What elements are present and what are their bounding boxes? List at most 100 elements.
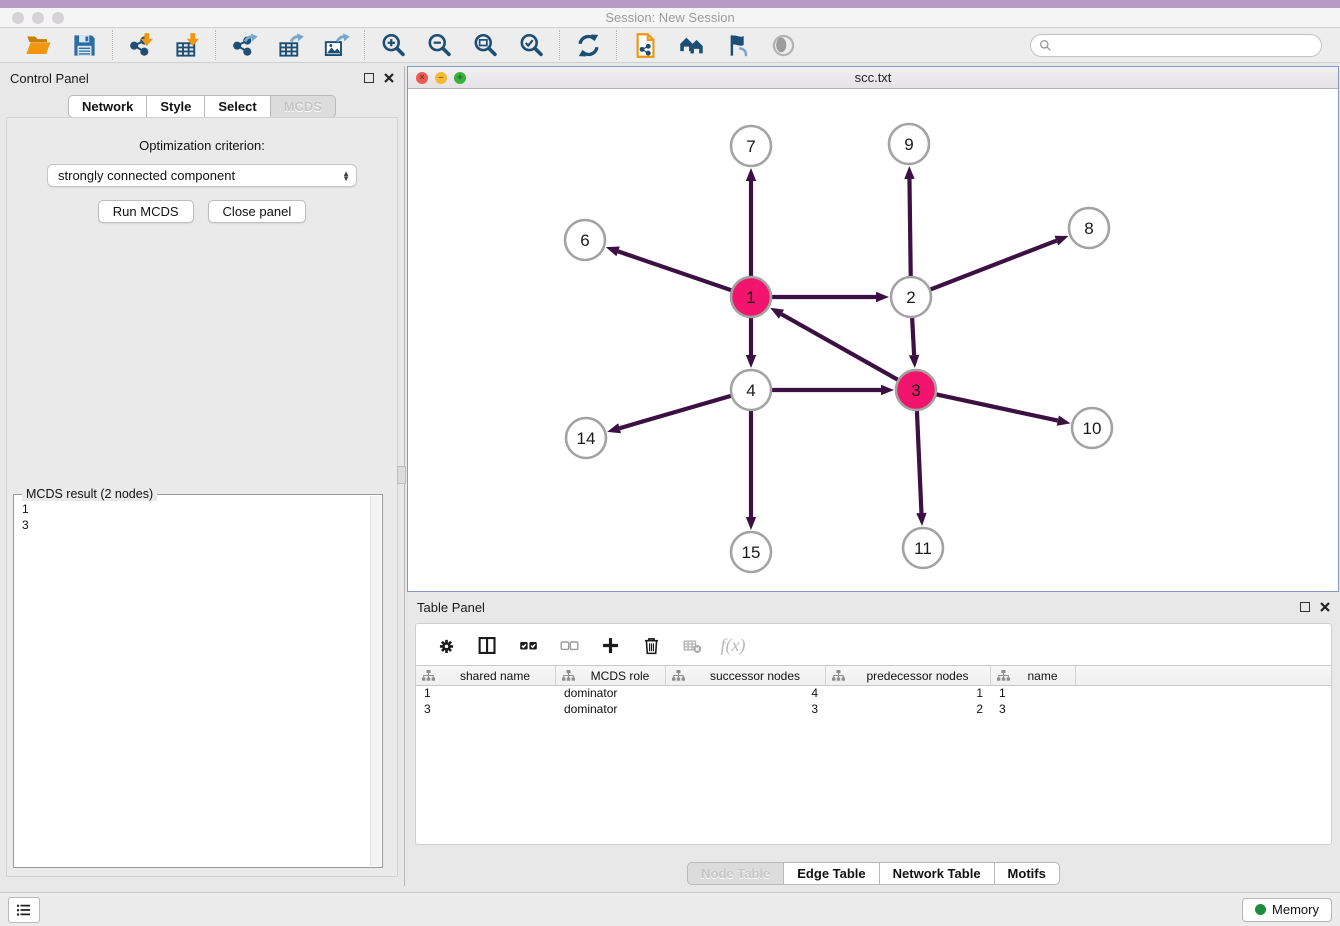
result-scrollbar[interactable] — [370, 496, 381, 866]
control-panel-tabs: Network Style Select MCDS — [0, 95, 404, 118]
tab-node-table[interactable]: Node Table — [687, 862, 783, 885]
search-icon — [1039, 39, 1052, 52]
apply-layout-icon[interactable] — [570, 29, 606, 61]
edge-2-3[interactable] — [912, 318, 914, 355]
close-panel-icon[interactable] — [384, 73, 394, 83]
edge-1-6[interactable] — [618, 251, 731, 290]
zoom-in-icon[interactable] — [375, 29, 411, 61]
node-label-11: 11 — [914, 539, 932, 558]
import-network-icon[interactable] — [123, 29, 159, 61]
run-mcds-button[interactable]: Run MCDS — [98, 200, 194, 223]
show-graphics-details-icon[interactable] — [719, 29, 755, 61]
tab-network[interactable]: Network — [68, 95, 146, 118]
main-toolbar — [0, 28, 1340, 63]
function-builder-icon[interactable]: f(x) — [721, 634, 745, 656]
edge-3-10[interactable] — [937, 394, 1058, 420]
node-label-15: 15 — [742, 543, 761, 562]
search-input[interactable] — [1057, 38, 1313, 52]
select-all-icon[interactable] — [516, 634, 540, 656]
tab-select[interactable]: Select — [204, 95, 269, 118]
cell[interactable]: dominator — [556, 686, 666, 702]
edge-arrowhead — [1057, 416, 1071, 426]
edge-2-9[interactable] — [909, 179, 910, 276]
edge-arrowhead — [746, 355, 756, 368]
mcds-panel: Optimization criterion: strongly connect… — [6, 117, 398, 877]
function-label: f(x) — [721, 635, 746, 656]
table-row[interactable]: 3dominator323 — [416, 702, 1331, 718]
edge-3-11[interactable] — [917, 411, 922, 513]
zoom-out-icon[interactable] — [421, 29, 457, 61]
table-panel: Table Panel f(x) shared nameMCDS rolesuc… — [407, 595, 1340, 892]
network-window-title: scc.txt — [408, 70, 1338, 85]
export-image-icon[interactable] — [318, 29, 354, 61]
hierarchy-icon — [422, 670, 435, 682]
criterion-select[interactable]: strongly connected component ▲▼ — [47, 164, 357, 187]
open-file-icon[interactable] — [20, 29, 56, 61]
cell[interactable]: 1 — [416, 686, 556, 702]
node-table-content: f(x) shared nameMCDS rolesuccessor nodes… — [415, 623, 1332, 845]
tab-style[interactable]: Style — [146, 95, 204, 118]
delete-row-icon[interactable] — [639, 634, 663, 656]
delete-table-icon[interactable] — [680, 634, 704, 656]
table-header-row[interactable]: shared nameMCDS rolesuccessor nodesprede… — [416, 665, 1331, 686]
node-label-3: 3 — [911, 381, 920, 400]
hierarchy-icon — [832, 670, 845, 682]
close-table-panel-icon[interactable] — [1320, 602, 1330, 612]
mcds-result-title: MCDS result (2 nodes) — [22, 487, 157, 501]
task-history-button[interactable] — [8, 897, 40, 923]
chevron-updown-icon: ▲▼ — [342, 171, 350, 181]
edge-2-8[interactable] — [931, 241, 1057, 290]
node-label-2: 2 — [906, 288, 915, 307]
column-header-successor-nodes[interactable]: successor nodes — [666, 666, 826, 685]
tab-edge-table[interactable]: Edge Table — [783, 862, 878, 885]
add-row-icon[interactable] — [598, 634, 622, 656]
table-body[interactable]: 1dominator4113dominator323 — [416, 686, 1331, 718]
zoom-selected-icon[interactable] — [513, 29, 549, 61]
first-neighbors-icon[interactable] — [673, 29, 709, 61]
export-network-icon[interactable] — [226, 29, 262, 61]
import-table-icon[interactable] — [169, 29, 205, 61]
network-from-file-icon[interactable] — [627, 29, 663, 61]
cell[interactable]: 3 — [416, 702, 556, 718]
node-label-7: 7 — [746, 137, 755, 156]
edge-arrowhead — [606, 246, 620, 256]
tab-network-table[interactable]: Network Table — [879, 862, 994, 885]
search-box[interactable] — [1030, 34, 1322, 57]
tab-motifs[interactable]: Motifs — [994, 862, 1060, 885]
split-divider-handle[interactable] — [397, 466, 406, 484]
network-graph[interactable]: 7968124310141511 — [408, 89, 1338, 591]
column-header-predecessor-nodes[interactable]: predecessor nodes — [826, 666, 991, 685]
memory-status-icon — [1255, 904, 1266, 915]
network-canvas[interactable]: 7968124310141511 — [408, 89, 1338, 591]
cell[interactable]: 1 — [826, 686, 991, 702]
cell[interactable]: 2 — [826, 702, 991, 718]
gear-icon[interactable] — [434, 634, 458, 656]
edge-arrowhead — [746, 168, 756, 181]
edge-3-1[interactable] — [781, 314, 897, 380]
close-panel-button[interactable]: Close panel — [208, 200, 307, 223]
network-window-titlebar[interactable]: × – + scc.txt — [408, 67, 1338, 89]
column-header-shared-name[interactable]: shared name — [416, 666, 556, 685]
mcds-result-list[interactable]: 1 3 — [14, 495, 382, 539]
column-header-MCDS-role[interactable]: MCDS role — [556, 666, 666, 685]
zoom-fit-icon[interactable] — [467, 29, 503, 61]
cell[interactable]: 4 — [666, 686, 826, 702]
float-table-panel-icon[interactable] — [1300, 602, 1310, 612]
edge-4-14[interactable] — [620, 396, 731, 428]
cell[interactable]: 3 — [991, 702, 1076, 718]
column-header-name[interactable]: name — [991, 666, 1076, 685]
columns-icon[interactable] — [475, 634, 499, 656]
export-table-icon[interactable] — [272, 29, 308, 61]
optimization-criterion-label: Optimization criterion: — [7, 138, 397, 153]
cell[interactable]: 1 — [991, 686, 1076, 702]
birds-eye-view-icon[interactable] — [765, 29, 801, 61]
memory-button[interactable]: Memory — [1242, 898, 1332, 922]
float-panel-icon[interactable] — [364, 73, 374, 83]
table-row[interactable]: 1dominator411 — [416, 686, 1331, 702]
save-session-icon[interactable] — [66, 29, 102, 61]
cell[interactable]: dominator — [556, 702, 666, 718]
deselect-all-icon[interactable] — [557, 634, 581, 656]
cell[interactable]: 3 — [666, 702, 826, 718]
tab-mcds[interactable]: MCDS — [270, 95, 336, 118]
edge-arrowhead — [770, 308, 784, 319]
